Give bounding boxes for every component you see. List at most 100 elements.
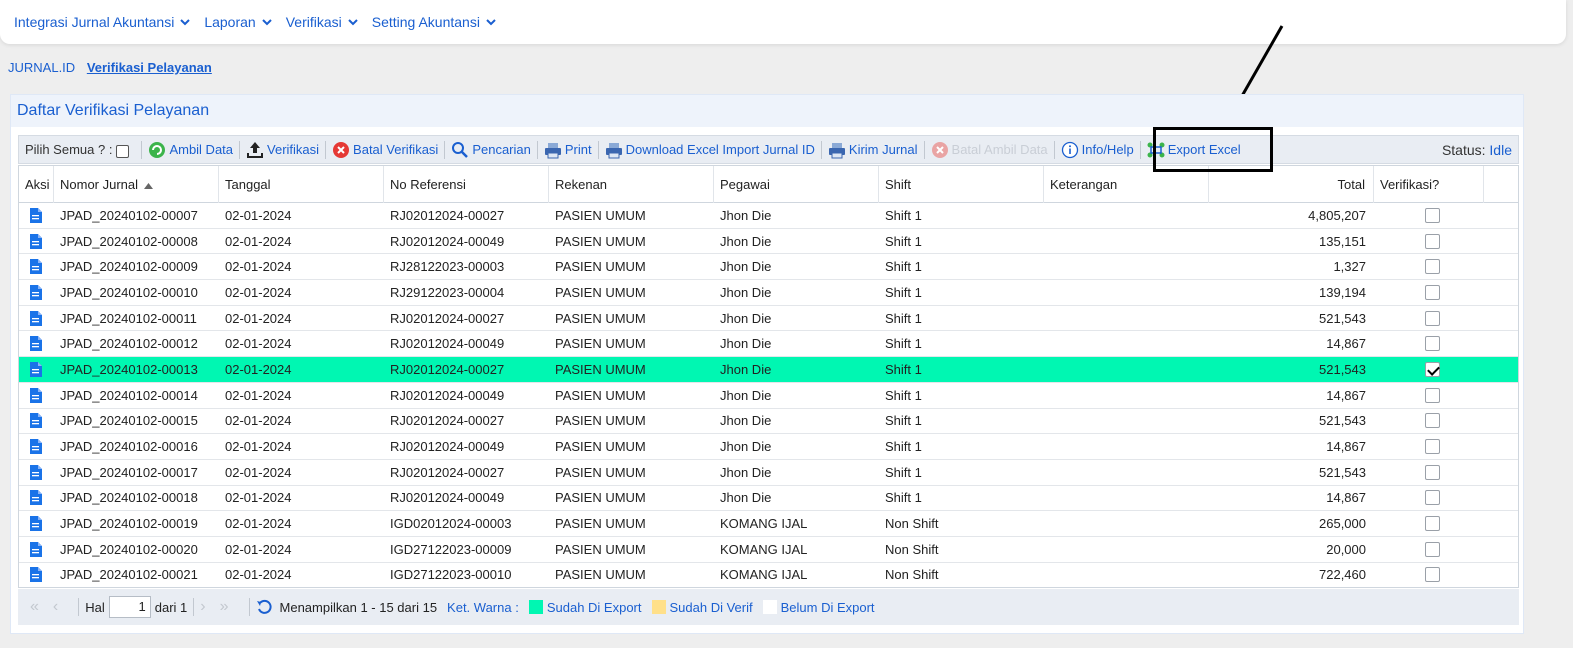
- cell-verifikasi[interactable]: [1374, 567, 1484, 583]
- column-header-nomor-jurnal[interactable]: Nomor Jurnal: [54, 166, 219, 203]
- cell-verifikasi[interactable]: [1374, 516, 1484, 532]
- document-icon[interactable]: [29, 284, 42, 300]
- verify-checkbox[interactable]: [1424, 361, 1440, 377]
- cell-aksi[interactable]: [19, 464, 54, 480]
- document-icon[interactable]: [29, 361, 42, 377]
- cell-verifikasi[interactable]: [1374, 464, 1484, 480]
- document-icon[interactable]: [29, 516, 42, 532]
- table-row[interactable]: JPAD_20240102-00011 02-01-2024 RJ02012024-…: [19, 306, 1518, 332]
- info-help-button[interactable]: Info/Help: [1061, 141, 1134, 159]
- document-icon[interactable]: [29, 464, 42, 480]
- document-icon[interactable]: [29, 541, 42, 557]
- verifikasi-button[interactable]: Verifikasi: [246, 141, 319, 159]
- nav-setting-akuntansi[interactable]: Setting Akuntansi: [372, 14, 496, 30]
- nav-laporan[interactable]: Laporan: [204, 14, 272, 30]
- nav-verifikasi[interactable]: Verifikasi: [286, 14, 358, 30]
- cell-aksi[interactable]: [19, 567, 54, 583]
- table-row[interactable]: JPAD_20240102-00019 02-01-2024 IGD02012024…: [19, 511, 1518, 537]
- next-page-button[interactable]: ›: [200, 598, 205, 616]
- document-icon[interactable]: [29, 387, 42, 403]
- download-excel-button[interactable]: Download Excel Import Jurnal ID: [605, 141, 815, 159]
- document-icon[interactable]: [29, 567, 42, 583]
- column-header-pegawai[interactable]: Pegawai: [714, 166, 879, 203]
- prev-page-button[interactable]: ‹: [53, 598, 58, 616]
- cell-aksi[interactable]: [19, 336, 54, 352]
- cell-aksi[interactable]: [19, 439, 54, 455]
- reload-icon[interactable]: [256, 598, 274, 616]
- document-icon[interactable]: [29, 490, 42, 506]
- column-header-no-referensi[interactable]: No Referensi: [384, 166, 549, 203]
- table-row[interactable]: JPAD_20240102-00014 02-01-2024 RJ02012024-…: [19, 383, 1518, 409]
- verify-checkbox[interactable]: [1424, 284, 1440, 300]
- table-row[interactable]: JPAD_20240102-00007 02-01-2024 RJ02012024-…: [19, 203, 1518, 229]
- column-header-aksi[interactable]: Aksi: [19, 166, 54, 203]
- table-row[interactable]: JPAD_20240102-00015 02-01-2024 RJ02012024-…: [19, 409, 1518, 435]
- cell-verifikasi[interactable]: [1374, 413, 1484, 429]
- batal-ambil-data-button[interactable]: Batal Ambil Data: [931, 141, 1048, 159]
- column-header-rekanan[interactable]: Rekenan: [549, 166, 714, 203]
- cell-aksi[interactable]: [19, 361, 54, 377]
- cell-verifikasi[interactable]: [1374, 259, 1484, 275]
- verify-checkbox[interactable]: [1424, 336, 1440, 352]
- table-row[interactable]: JPAD_20240102-00018 02-01-2024 RJ02012024-…: [19, 486, 1518, 512]
- ambil-data-button[interactable]: Ambil Data: [148, 141, 233, 159]
- verify-checkbox[interactable]: [1424, 259, 1440, 275]
- table-row[interactable]: JPAD_20240102-00010 02-01-2024 RJ29122023-…: [19, 280, 1518, 306]
- cell-aksi[interactable]: [19, 259, 54, 275]
- export-excel-button[interactable]: Export Excel: [1147, 141, 1241, 159]
- verify-checkbox[interactable]: [1424, 439, 1440, 455]
- document-icon[interactable]: [29, 413, 42, 429]
- column-header-keterangan[interactable]: Keterangan: [1044, 166, 1209, 203]
- column-header-tanggal[interactable]: Tanggal: [219, 166, 384, 203]
- verify-checkbox[interactable]: [1424, 233, 1440, 249]
- document-icon[interactable]: [29, 207, 42, 223]
- table-row[interactable]: JPAD_20240102-00009 02-01-2024 RJ28122023-…: [19, 254, 1518, 281]
- cell-aksi[interactable]: [19, 207, 54, 223]
- cell-aksi[interactable]: [19, 490, 54, 506]
- table-row[interactable]: JPAD_20240102-00017 02-01-2024 RJ02012024-…: [19, 460, 1518, 486]
- verify-checkbox[interactable]: [1424, 516, 1440, 532]
- cell-aksi[interactable]: [19, 310, 54, 326]
- column-header-total[interactable]: Total: [1209, 166, 1374, 203]
- verify-checkbox[interactable]: [1424, 413, 1440, 429]
- cell-verifikasi[interactable]: [1374, 490, 1484, 506]
- table-row[interactable]: JPAD_20240102-00013 02-01-2024 RJ02012024-…: [19, 357, 1518, 383]
- document-icon[interactable]: [29, 259, 42, 275]
- print-button[interactable]: Print: [544, 141, 592, 159]
- kirim-jurnal-button[interactable]: Kirim Jurnal: [828, 141, 918, 159]
- nav-integrasi-jurnal-akuntansi[interactable]: Integrasi Jurnal Akuntansi: [14, 14, 191, 30]
- document-icon[interactable]: [29, 310, 42, 326]
- table-row[interactable]: JPAD_20240102-00021 02-01-2024 IGD27122023…: [19, 563, 1518, 587]
- pencarian-button[interactable]: Pencarian: [451, 141, 531, 159]
- document-icon[interactable]: [29, 336, 42, 352]
- batal-verifikasi-button[interactable]: Batal Verifikasi: [332, 141, 438, 159]
- select-all-checkbox[interactable]: [116, 144, 130, 158]
- first-page-button[interactable]: «: [30, 598, 39, 616]
- table-row[interactable]: JPAD_20240102-00012 02-01-2024 RJ02012024-…: [19, 331, 1518, 358]
- cell-aksi[interactable]: [19, 541, 54, 557]
- cell-aksi[interactable]: [19, 233, 54, 249]
- verify-checkbox[interactable]: [1424, 541, 1440, 557]
- page-number-input[interactable]: 1: [108, 596, 151, 618]
- cell-verifikasi[interactable]: [1374, 336, 1484, 352]
- cell-aksi[interactable]: [19, 387, 54, 403]
- table-row[interactable]: JPAD_20240102-00008 02-01-2024 RJ02012024-…: [19, 229, 1518, 255]
- cell-verifikasi[interactable]: [1374, 233, 1484, 249]
- verify-checkbox[interactable]: [1424, 207, 1440, 223]
- cell-verifikasi[interactable]: [1374, 387, 1484, 403]
- cell-verifikasi[interactable]: [1374, 541, 1484, 557]
- cell-verifikasi[interactable]: [1374, 310, 1484, 326]
- verify-checkbox[interactable]: [1424, 310, 1440, 326]
- cell-aksi[interactable]: [19, 413, 54, 429]
- cell-aksi[interactable]: [19, 284, 54, 300]
- verify-checkbox[interactable]: [1424, 387, 1440, 403]
- verify-checkbox[interactable]: [1424, 567, 1440, 583]
- last-page-button[interactable]: »: [220, 598, 229, 616]
- breadcrumb-root[interactable]: JURNAL.ID: [8, 60, 75, 75]
- document-icon[interactable]: [29, 439, 42, 455]
- column-header-shift[interactable]: Shift: [879, 166, 1044, 203]
- table-row[interactable]: JPAD_20240102-00016 02-01-2024 RJ02012024-…: [19, 434, 1518, 460]
- column-header-verifikasi[interactable]: Verifikasi?: [1374, 166, 1484, 203]
- cell-verifikasi[interactable]: [1374, 207, 1484, 223]
- breadcrumb-current[interactable]: Verifikasi Pelayanan: [87, 60, 212, 75]
